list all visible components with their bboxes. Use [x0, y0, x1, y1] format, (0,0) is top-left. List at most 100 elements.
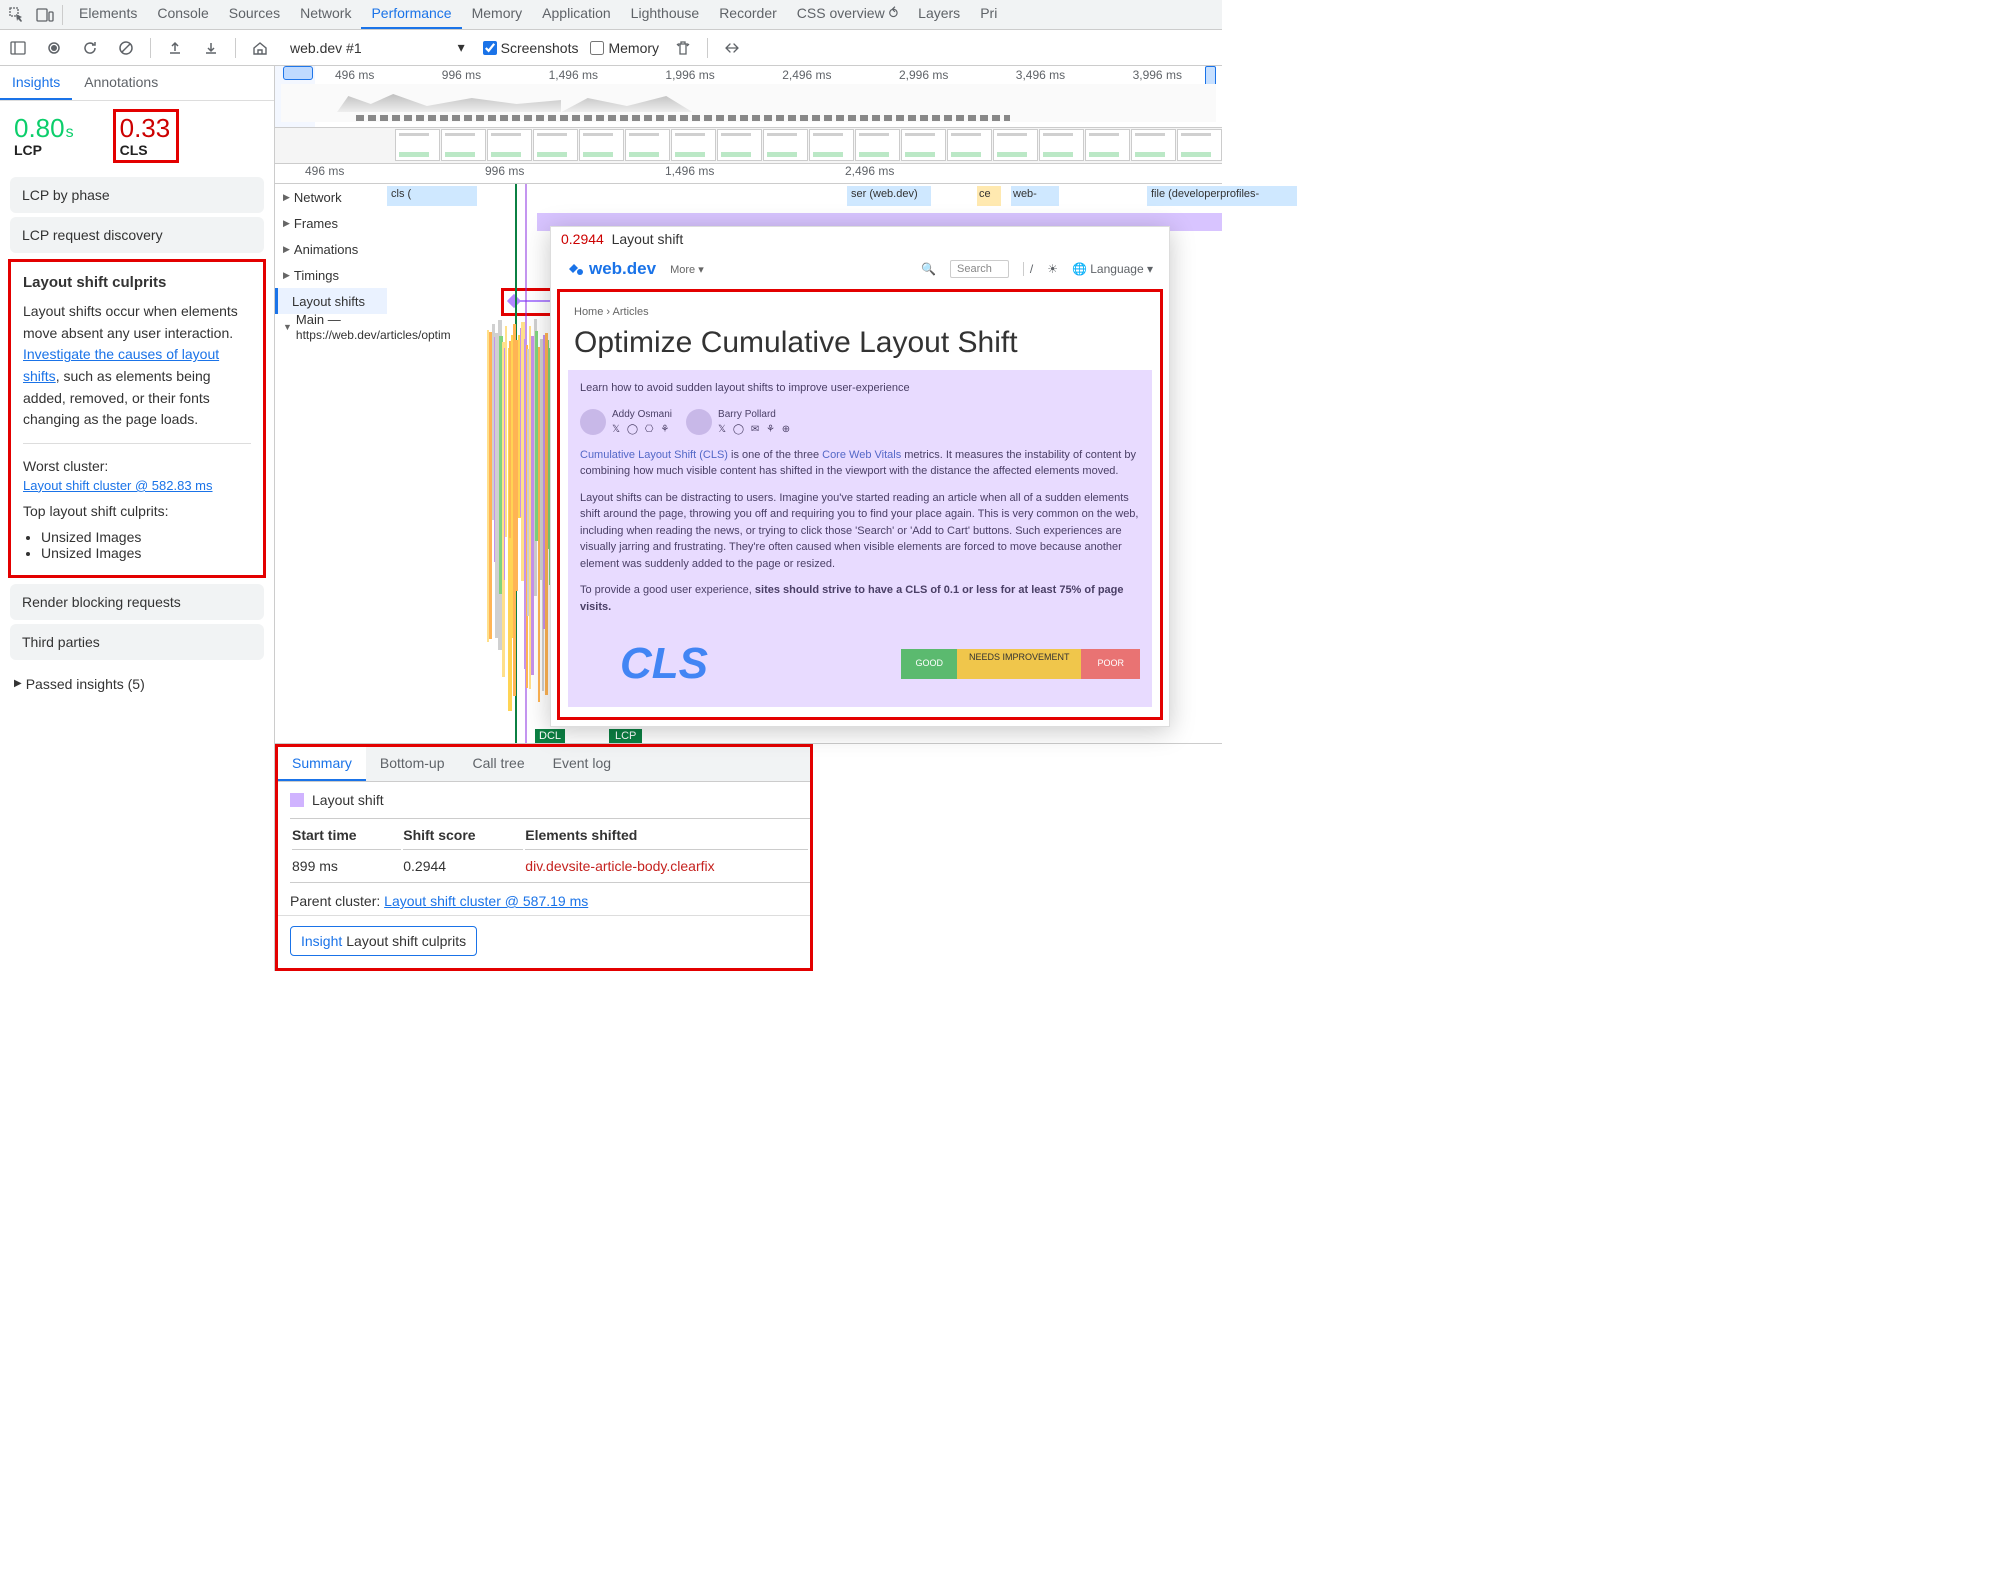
main-tab-recorder[interactable]: Recorder: [709, 0, 787, 29]
filmstrip-thumb[interactable]: [763, 129, 808, 161]
main-tab-network[interactable]: Network: [290, 0, 361, 29]
main-tab-layers[interactable]: Layers: [908, 0, 970, 29]
parent-cluster-link[interactable]: Layout shift cluster @ 587.19 ms: [384, 893, 588, 909]
val-score: 0.2944: [403, 852, 523, 880]
clear-icon[interactable]: [114, 36, 138, 60]
network-request[interactable]: ce: [977, 186, 1001, 206]
memory-input[interactable]: [590, 41, 604, 55]
screenshots-input[interactable]: [483, 41, 497, 55]
filmstrip-thumb[interactable]: [993, 129, 1038, 161]
filmstrip-thumb[interactable]: [901, 129, 946, 161]
passed-insights-toggle[interactable]: Passed insights (5): [0, 664, 274, 704]
timeline-area: 496 ms996 ms1,496 ms1,996 ms2,496 ms2,99…: [275, 66, 1222, 971]
home-icon[interactable]: [248, 36, 272, 60]
track-layout-shifts[interactable]: Layout shifts: [275, 288, 387, 314]
reload-record-icon[interactable]: [78, 36, 102, 60]
filmstrip[interactable]: [275, 128, 1222, 164]
tab-insights[interactable]: Insights: [0, 66, 72, 100]
network-request[interactable]: ser (web.dev): [847, 186, 931, 206]
screenshots-checkbox[interactable]: Screenshots: [483, 40, 579, 56]
track-animations[interactable]: ▶Animations: [275, 236, 387, 262]
main-tab-memory[interactable]: Memory: [462, 0, 533, 29]
filmstrip-thumb[interactable]: [1039, 129, 1084, 161]
download-icon[interactable]: [199, 36, 223, 60]
filmstrip-thumb[interactable]: [947, 129, 992, 161]
expand-icon: ▶: [283, 270, 290, 281]
accordion-third-parties[interactable]: Third parties: [10, 624, 264, 660]
worst-cluster-link[interactable]: Layout shift cluster @ 582.83 ms: [23, 478, 213, 493]
lead-text: Learn how to avoid sudden layout shifts …: [580, 380, 1140, 397]
main-tab-elements[interactable]: Elements: [69, 0, 147, 29]
record-icon[interactable]: [42, 36, 66, 60]
cls-label: CLS: [120, 142, 171, 158]
filmstrip-thumb[interactable]: [855, 129, 900, 161]
network-request[interactable]: cls (: [387, 186, 477, 206]
tab-call-tree[interactable]: Call tree: [459, 747, 539, 781]
cls-wordmark: CLS: [580, 631, 889, 697]
filmstrip-thumb[interactable]: [717, 129, 762, 161]
device-toolbar-icon[interactable]: [34, 4, 56, 26]
filmstrip-thumb[interactable]: [533, 129, 578, 161]
accordion-lcp-phase[interactable]: LCP by phase: [10, 177, 264, 213]
network-request[interactable]: web-: [1011, 186, 1059, 206]
main-content-row: Insights Annotations 0.80s LCP 0.33 CLS …: [0, 66, 1222, 971]
filmstrip-thumb[interactable]: [395, 129, 440, 161]
lcp-metric[interactable]: 0.80s LCP: [14, 113, 73, 163]
trace-name: web.dev #1: [290, 40, 362, 56]
accordion-lcp-discovery[interactable]: LCP request discovery: [10, 217, 264, 253]
tab-annotations[interactable]: Annotations: [72, 66, 170, 100]
accordion-render-blocking[interactable]: Render blocking requests: [10, 584, 264, 620]
filmstrip-thumb[interactable]: [671, 129, 716, 161]
filmstrip-thumb[interactable]: [579, 129, 624, 161]
lcp-marker[interactable]: LCP: [609, 729, 642, 743]
insight-chip[interactable]: InsightLayout shift culprits: [290, 926, 477, 956]
filmstrip-thumb[interactable]: [809, 129, 854, 161]
main-tab-css-overview-[interactable]: CSS overview ⥀: [787, 0, 908, 29]
tab-event-log[interactable]: Event log: [539, 747, 625, 781]
top-culprits-label: Top layout shift culprits:: [23, 501, 251, 523]
dcl-marker[interactable]: DCL: [535, 729, 565, 743]
overview-minimap[interactable]: 496 ms996 ms1,496 ms1,996 ms2,496 ms2,99…: [275, 66, 1222, 128]
flame-chart[interactable]: ▶Network ▶Frames ▶Animations ▶Timings La…: [275, 184, 1222, 744]
track-main[interactable]: ▼Main — https://web.dev/articles/optim: [275, 314, 387, 340]
tab-bottom-up[interactable]: Bottom-up: [366, 747, 459, 781]
track-timings[interactable]: ▶Timings: [275, 262, 387, 288]
filmstrip-thumb[interactable]: [1177, 129, 1222, 161]
filmstrip-thumb[interactable]: [487, 129, 532, 161]
main-tab-lighthouse[interactable]: Lighthouse: [621, 0, 710, 29]
main-tab-application[interactable]: Application: [532, 0, 621, 29]
scale-good: GOOD: [901, 649, 957, 679]
tick: 996 ms: [442, 68, 481, 82]
filmstrip-thumb[interactable]: [1131, 129, 1176, 161]
main-tab-sources[interactable]: Sources: [219, 0, 290, 29]
val-element-link[interactable]: div.devsite-article-body.clearfix: [525, 852, 808, 880]
col-elements: Elements shifted: [525, 821, 808, 850]
track-frames[interactable]: ▶Frames: [275, 210, 387, 236]
main-tab-pri[interactable]: Pri: [970, 0, 1007, 29]
network-request[interactable]: file (developerprofiles-: [1147, 186, 1297, 206]
tick: 3,996 ms: [1133, 68, 1182, 82]
filmstrip-thumb[interactable]: [1085, 129, 1130, 161]
main-tab-performance[interactable]: Performance: [361, 0, 461, 29]
track-network[interactable]: ▶Network: [275, 184, 387, 210]
trace-selector[interactable]: web.dev #1 ▾: [284, 39, 471, 56]
toggle-panel-icon[interactable]: [6, 36, 30, 60]
shortcuts-icon[interactable]: [720, 36, 744, 60]
flame-slice[interactable]: [505, 326, 507, 537]
gc-icon[interactable]: [671, 36, 695, 60]
filmstrip-thumb[interactable]: [441, 129, 486, 161]
upload-icon[interactable]: [163, 36, 187, 60]
divider: [235, 38, 236, 58]
search-box: Search: [950, 260, 1009, 278]
avatar: [686, 409, 712, 435]
filmstrip-thumb[interactable]: [625, 129, 670, 161]
main-tab-console[interactable]: Console: [147, 0, 218, 29]
memory-checkbox[interactable]: Memory: [590, 40, 659, 56]
culprit-item: Unsized Images: [41, 545, 251, 561]
details-panel: Summary Bottom-up Call tree Event log La…: [275, 744, 1222, 971]
cls-metric-highlighted[interactable]: 0.33 CLS: [113, 109, 180, 163]
tab-list: ElementsConsoleSourcesNetworkPerformance…: [69, 0, 1007, 29]
inspect-icon[interactable]: [6, 4, 28, 26]
tab-summary[interactable]: Summary: [278, 747, 366, 781]
memory-label: Memory: [608, 40, 659, 56]
